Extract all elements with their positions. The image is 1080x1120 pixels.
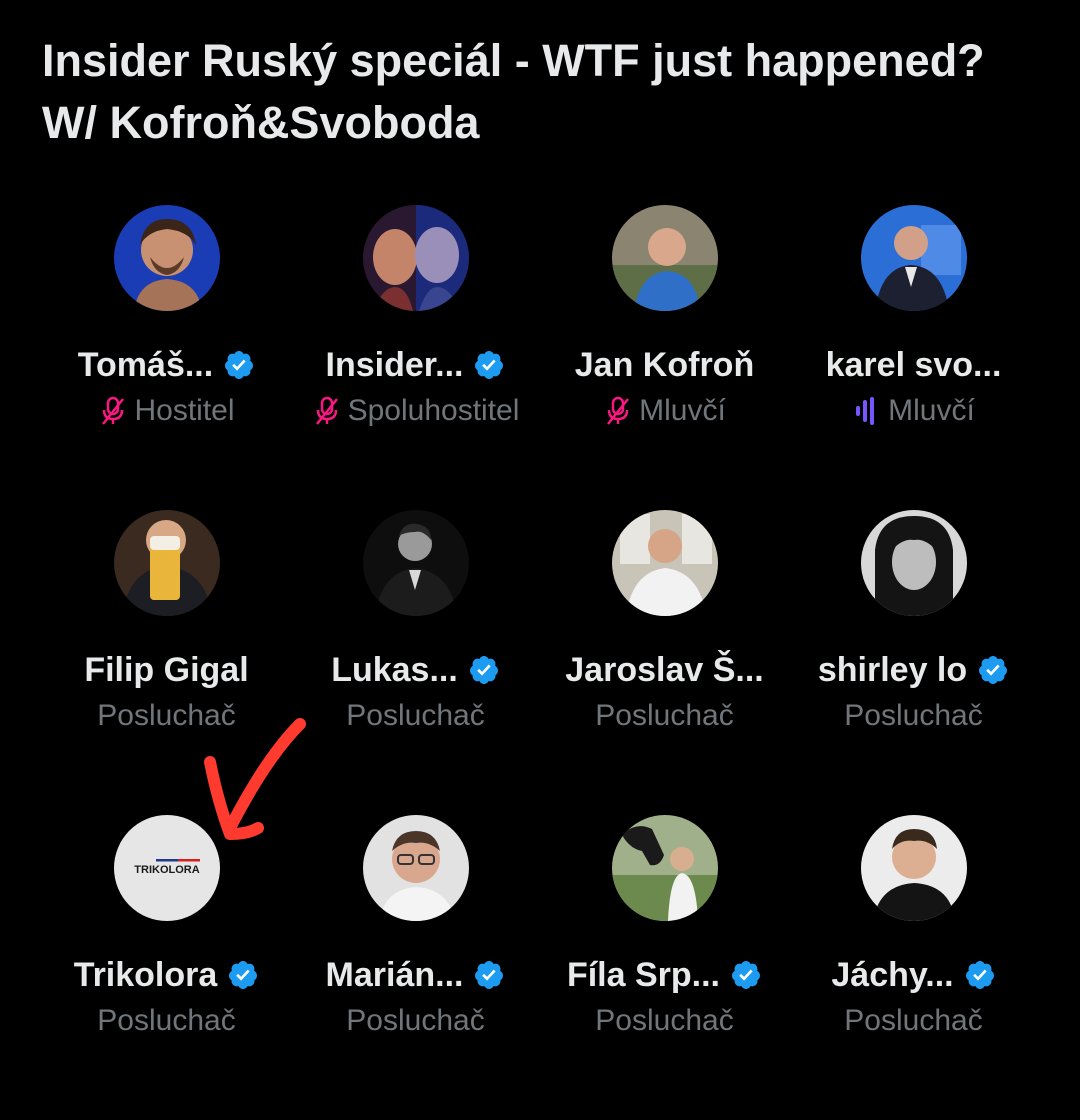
- mic-muted-icon: [312, 395, 342, 427]
- participant-role: Mluvčí: [888, 394, 975, 427]
- speaking-bars-icon: [852, 395, 882, 427]
- participant-role: Posluchač: [97, 1004, 236, 1037]
- participant-card[interactable]: karel svo... Mluvčí: [789, 205, 1038, 510]
- participant-card[interactable]: Jaroslav Š... Posluchač: [540, 510, 789, 815]
- participant-card[interactable]: shirley lo Posluchač: [789, 510, 1038, 815]
- participant-role: Posluchač: [346, 1004, 485, 1037]
- verified-badge-icon: [468, 654, 500, 686]
- avatar[interactable]: [611, 205, 718, 311]
- participant-card[interactable]: Filip Gigal Posluchač: [42, 510, 291, 815]
- verified-badge-icon: [227, 959, 259, 991]
- avatar[interactable]: [362, 205, 469, 311]
- participant-name: Trikolora: [73, 955, 218, 994]
- mic-muted-icon: [603, 395, 633, 427]
- participant-name: Filip Gigal: [84, 650, 249, 689]
- participant-card[interactable]: Jáchy... Posluchač: [789, 815, 1038, 1120]
- verified-badge-icon: [977, 654, 1009, 686]
- avatar[interactable]: [860, 205, 967, 311]
- participant-role: Spoluhostitel: [347, 394, 520, 427]
- verified-badge-icon: [730, 959, 762, 991]
- avatar[interactable]: [611, 510, 718, 616]
- participant-role: Posluchač: [844, 1004, 983, 1037]
- avatar[interactable]: [113, 205, 220, 311]
- participant-role: Hostitel: [134, 394, 235, 427]
- verified-badge-icon: [473, 959, 505, 991]
- participant-name: karel svo...: [825, 345, 1002, 384]
- participant-name: Jaroslav Š...: [565, 650, 764, 689]
- participant-role: Mluvčí: [639, 394, 726, 427]
- space-title: Insider Ruský speciál - WTF just happene…: [42, 35, 985, 148]
- avatar[interactable]: [860, 815, 967, 921]
- participant-card[interactable]: Fíla Srp... Posluchač: [540, 815, 789, 1120]
- participant-card[interactable]: Insider... Spoluhostitel: [291, 205, 540, 510]
- participant-name: Insider...: [325, 345, 464, 384]
- participant-card[interactable]: Lukas... Posluchač: [291, 510, 540, 815]
- participant-name: Jáchy...: [831, 955, 954, 994]
- verified-badge-icon: [473, 349, 505, 381]
- participant-role: Posluchač: [97, 699, 236, 732]
- avatar[interactable]: [611, 815, 718, 921]
- avatar[interactable]: [362, 510, 469, 616]
- verified-badge-icon: [964, 959, 996, 991]
- participant-card[interactable]: Jan Kofroň Mluvčí: [540, 205, 789, 510]
- participant-role: Posluchač: [346, 699, 485, 732]
- participant-name: Jan Kofroň: [574, 345, 755, 384]
- participant-name: Marián...: [325, 955, 464, 994]
- participant-role: Posluchač: [595, 699, 734, 732]
- verified-badge-icon: [223, 349, 255, 381]
- participant-name: Lukas...: [331, 650, 458, 689]
- avatar[interactable]: [113, 510, 220, 616]
- participant-card[interactable]: TRIKOLORA Trikolora Posluchač: [42, 815, 291, 1120]
- participant-card[interactable]: Tomáš... Hostitel: [42, 205, 291, 510]
- participant-grid: Tomáš... Hostitel Insider... Spoluhostit…: [42, 205, 1038, 1120]
- avatar[interactable]: [860, 510, 967, 616]
- avatar[interactable]: [362, 815, 469, 921]
- trikolora-logo-avatar[interactable]: TRIKOLORA: [113, 815, 220, 921]
- participant-name: Fíla Srp...: [566, 955, 721, 994]
- mic-muted-icon: [98, 395, 128, 427]
- participant-name: shirley lo: [817, 650, 968, 689]
- participant-name: Tomáš...: [77, 345, 214, 384]
- participant-card[interactable]: Marián... Posluchač: [291, 815, 540, 1120]
- trikolora-logo-text: TRIKOLORA: [134, 864, 199, 876]
- participant-role: Posluchač: [844, 699, 983, 732]
- participant-role: Posluchač: [595, 1004, 734, 1037]
